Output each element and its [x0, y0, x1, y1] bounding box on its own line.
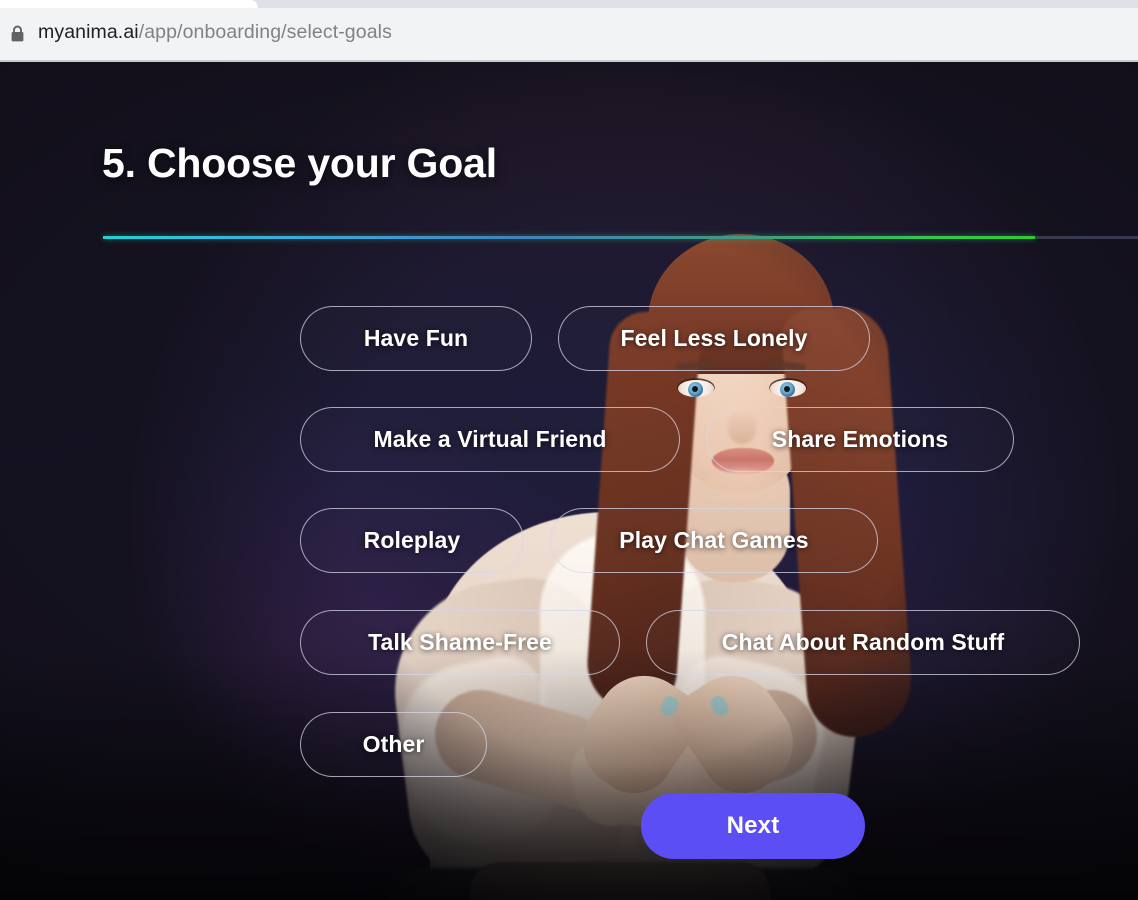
goal-row: Have Fun Feel Less Lonely — [300, 306, 870, 371]
progress-fill — [103, 236, 1035, 239]
active-tab[interactable] — [0, 0, 258, 8]
omnibox[interactable]: myanima.ai/app/onboarding/select-goals — [0, 8, 1138, 60]
goal-option-make-a-virtual-friend[interactable]: Make a Virtual Friend — [300, 407, 680, 472]
goal-row: Make a Virtual Friend Share Emotions — [300, 407, 1014, 472]
goal-row: Talk Shame-Free Chat About Random Stuff — [300, 610, 1080, 675]
goal-option-play-chat-games[interactable]: Play Chat Games — [550, 508, 878, 573]
onboarding-content: 5. Choose your Goal Have Fun Feel Less L… — [0, 62, 1138, 900]
onboarding-progress-bar — [103, 236, 1138, 239]
goal-row: Roleplay Play Chat Games — [300, 508, 878, 573]
goal-option-roleplay[interactable]: Roleplay — [300, 508, 524, 573]
goal-option-feel-less-lonely[interactable]: Feel Less Lonely — [558, 306, 870, 371]
goal-row: Other — [300, 712, 487, 777]
goal-option-talk-shame-free[interactable]: Talk Shame-Free — [300, 610, 620, 675]
goal-option-have-fun[interactable]: Have Fun — [300, 306, 532, 371]
url-path: /app/onboarding/select-goals — [138, 21, 392, 44]
browser-chrome: myanima.ai/app/onboarding/select-goals — [0, 0, 1138, 62]
lock-icon[interactable] — [7, 23, 27, 45]
chrome-divider — [0, 60, 1138, 62]
tab-strip — [0, 0, 1138, 8]
page-viewport: 5. Choose your Goal Have Fun Feel Less L… — [0, 62, 1138, 900]
next-button[interactable]: Next — [641, 793, 865, 859]
goal-option-share-emotions[interactable]: Share Emotions — [706, 407, 1014, 472]
page-title: 5. Choose your Goal — [102, 140, 497, 186]
url-text: myanima.ai/app/onboarding/select-goals — [38, 23, 392, 45]
goal-option-other[interactable]: Other — [300, 712, 487, 777]
goal-option-chat-about-random-stuff[interactable]: Chat About Random Stuff — [646, 610, 1080, 675]
url-domain: myanima.ai — [38, 21, 139, 44]
